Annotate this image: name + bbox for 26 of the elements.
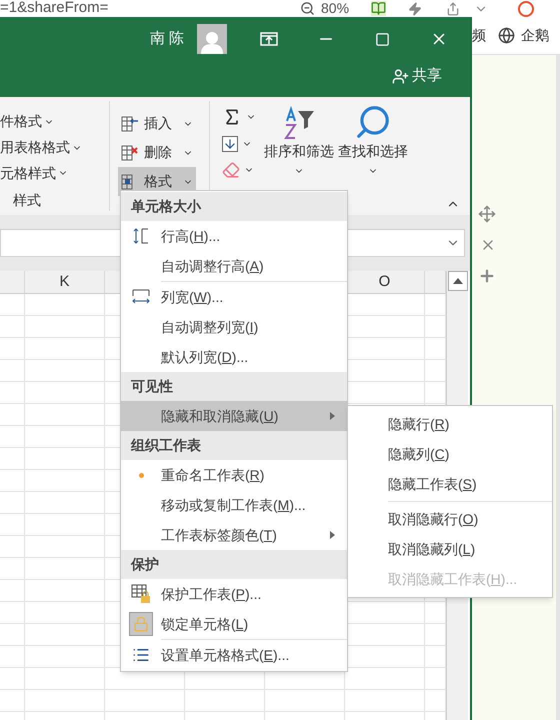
menu-section-header: 可见性 bbox=[121, 372, 347, 401]
menu-item-label: 移动或复制工作表(M)... bbox=[161, 496, 306, 515]
menu-item-label: 行高(H)... bbox=[161, 226, 220, 246]
menu-item-label: 默认列宽(D)... bbox=[161, 348, 248, 367]
menu-item-label: 取消隐藏工作表(H)... bbox=[388, 570, 518, 589]
group-label: 样式 bbox=[13, 191, 41, 210]
menu-item-label: 取消隐藏列(L) bbox=[388, 540, 476, 559]
menu-item-label: 锁定单元格(L) bbox=[161, 614, 248, 634]
menu-item-label: 隐藏工作表(S) bbox=[388, 474, 477, 494]
address-text: =1&shareFrom= bbox=[0, 0, 110, 18]
menu-item-label: 工作表标签颜色(T) bbox=[161, 526, 277, 545]
menu-item-label: 隐藏行(R) bbox=[388, 414, 450, 434]
menu-item-label: 自动调整列宽(I) bbox=[161, 318, 258, 337]
menu-item-label: 取消隐藏行(O) bbox=[388, 510, 478, 529]
user-name: 南 陈 bbox=[150, 28, 184, 49]
menu-item-label: 列宽(W)... bbox=[161, 288, 224, 307]
menu-item-label: 自动调整行高(A) bbox=[161, 256, 264, 276]
menu-section-header: 组织工作表 bbox=[121, 431, 347, 460]
menu-section-header: 单元格大小 bbox=[121, 192, 347, 221]
menu-section-header: 保护 bbox=[121, 550, 347, 579]
menu-item-label: 设置单元格格式(E)... bbox=[161, 646, 290, 665]
menu-item-label: 隐藏列(C) bbox=[388, 444, 450, 464]
menu-item-label: 隐藏和取消隐藏(U) bbox=[161, 406, 278, 426]
menu-item-label: 重命名工作表(R) bbox=[161, 466, 264, 485]
zoom-level: 80% bbox=[321, 0, 350, 18]
menu-item-label: 保护工作表(P)... bbox=[161, 584, 262, 604]
